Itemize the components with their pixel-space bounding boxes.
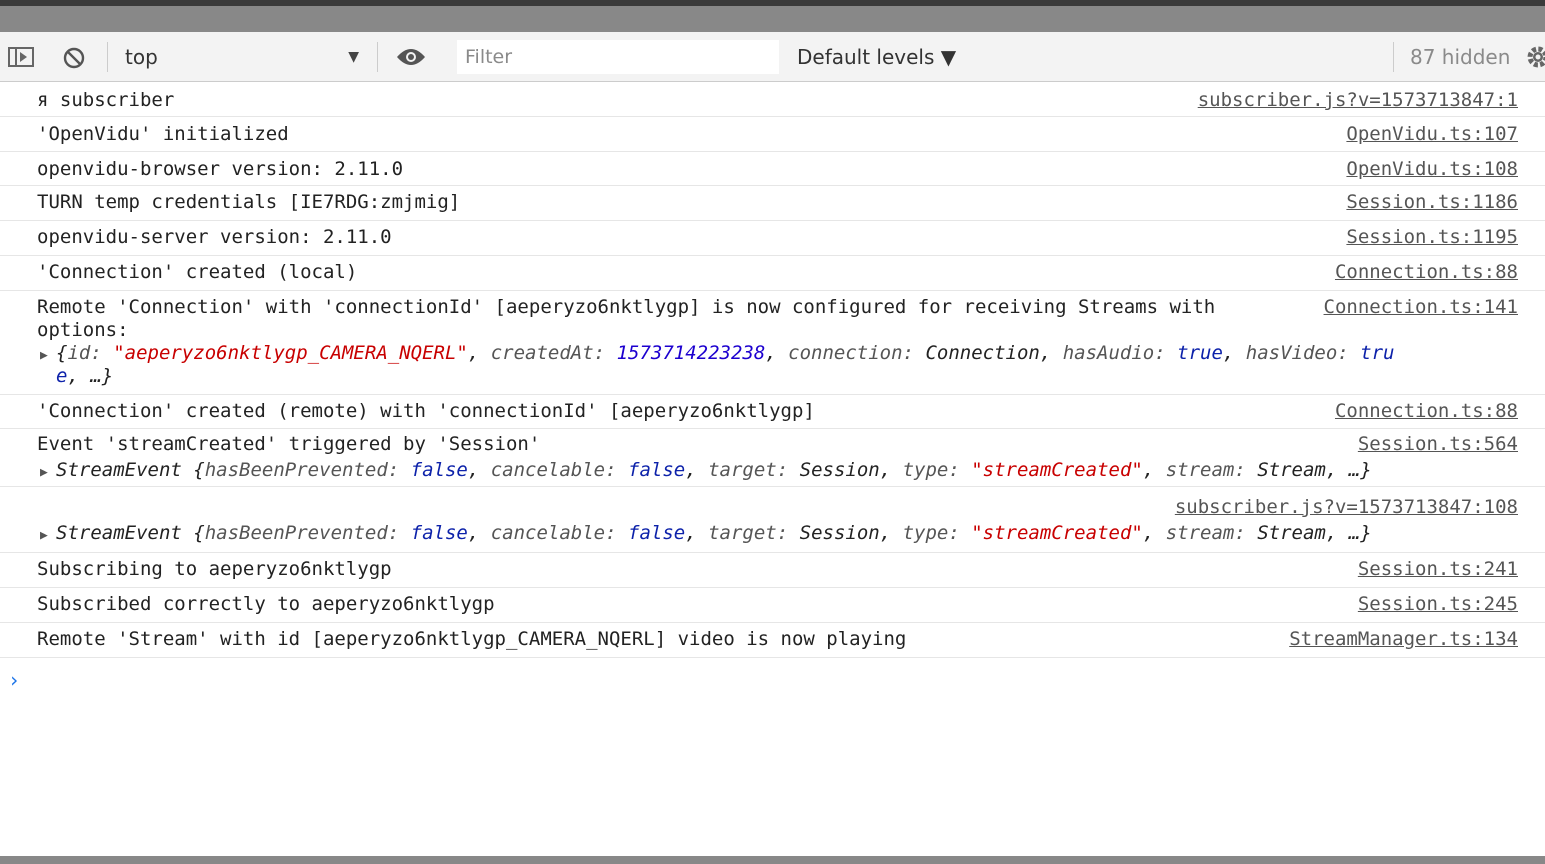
log-row: subscriber.js?v=1573713847:108 ▶ StreamEv… [0, 487, 1545, 553]
log-message: openvidu-server version: 2.11.0 [37, 226, 392, 248]
eye-icon[interactable] [396, 47, 426, 67]
log-message: я subscriber [37, 89, 175, 111]
clear-console-icon[interactable] [62, 46, 86, 70]
log-row: 'Connection' created (local) Connection.… [0, 256, 1545, 291]
window-top-edge [0, 0, 1545, 6]
log-source-link[interactable]: Connection.ts:88 [1335, 400, 1518, 423]
log-row: 'OpenVidu' initialized OpenVidu.ts:107 [0, 117, 1545, 152]
log-message: 'Connection' created (remote) with 'conn… [37, 400, 815, 422]
log-message-continued: options: [37, 319, 129, 341]
log-source-link[interactable]: Session.ts:1186 [1346, 191, 1518, 214]
log-message: Subscribed correctly to aeperyzo6nktlygp [37, 593, 495, 615]
log-row: Subscribing to aeperyzo6nktlygp Session.… [0, 553, 1545, 588]
console-messages: я subscriber subscriber.js?v=1573713847:… [0, 82, 1545, 856]
log-source-link[interactable]: subscriber.js?v=1573713847:108 [1175, 496, 1518, 519]
console-toolbar: top ▼ Default levels ▼ 87 hidden [0, 32, 1545, 82]
log-source-link[interactable]: subscriber.js?v=1573713847:1 [1198, 89, 1518, 112]
expand-triangle-icon[interactable]: ▶ [40, 524, 56, 547]
log-source-link[interactable]: OpenVidu.ts:108 [1346, 158, 1518, 181]
log-row: я subscriber subscriber.js?v=1573713847:… [0, 82, 1545, 117]
log-message: Event 'streamCreated' triggered by 'Sess… [37, 433, 541, 455]
context-select[interactable]: top ▼ [125, 44, 365, 70]
log-source-link[interactable]: Session.ts:241 [1358, 558, 1518, 581]
console-prompt[interactable]: › [8, 668, 20, 692]
log-message: Remote 'Connection' with 'connectionId' … [37, 296, 1216, 318]
object-preview[interactable]: ▶ {id: "aeperyzo6nktlygp_CAMERA_NQERL", c… [40, 342, 1395, 367]
log-row: Remote 'Stream' with id [aeperyzo6nktlyg… [0, 623, 1545, 658]
chevron-down-icon: ▼ [348, 49, 359, 65]
log-source-link[interactable]: OpenVidu.ts:107 [1346, 123, 1518, 146]
log-row: Remote 'Connection' with 'connectionId' … [0, 291, 1545, 395]
window-bottom-strip [0, 856, 1545, 864]
sidebar-toggle-icon[interactable] [8, 47, 34, 67]
log-source-link[interactable]: Connection.ts:88 [1335, 261, 1518, 284]
log-source-link[interactable]: Session.ts:245 [1358, 593, 1518, 616]
log-source-link[interactable]: Session.ts:1195 [1346, 226, 1518, 249]
log-message: 'OpenVidu' initialized [37, 123, 289, 145]
log-message: TURN temp credentials [IE7RDG:zmjmig] [37, 191, 461, 213]
object-preview[interactable]: ▶ StreamEvent {hasBeenPrevented: false, c… [40, 522, 1372, 547]
expand-triangle-icon[interactable]: ▶ [40, 461, 56, 484]
log-row: Subscribed correctly to aeperyzo6nktlygp… [0, 588, 1545, 623]
expand-triangle-icon[interactable]: ▶ [40, 344, 56, 367]
log-message: Subscribing to aeperyzo6nktlygp [37, 558, 392, 580]
gear-icon[interactable] [1526, 45, 1545, 69]
log-source-link[interactable]: Connection.ts:141 [1324, 296, 1518, 319]
log-row: openvidu-browser version: 2.11.0 OpenVid… [0, 152, 1545, 186]
log-message: 'Connection' created (local) [37, 261, 358, 283]
log-message: openvidu-browser version: 2.11.0 [37, 158, 404, 180]
log-row: Event 'streamCreated' triggered by 'Sess… [0, 429, 1545, 487]
log-source-link[interactable]: Session.ts:564 [1358, 433, 1518, 456]
log-message: Remote 'Stream' with id [aeperyzo6nktlyg… [37, 628, 907, 650]
log-row: TURN temp credentials [IE7RDG:zmjmig] Se… [0, 186, 1545, 221]
hidden-messages-count: 87 hidden [1410, 45, 1511, 69]
log-row: 'Connection' created (remote) with 'conn… [0, 395, 1545, 429]
toolbar-divider [107, 42, 108, 72]
object-preview-continued: e, …} [56, 365, 114, 387]
log-row: openvidu-server version: 2.11.0 Session.… [0, 221, 1545, 256]
log-levels-dropdown[interactable]: Default levels ▼ [797, 44, 956, 70]
context-select-value: top [125, 45, 158, 69]
window-top-strip [0, 0, 1545, 34]
toolbar-divider [377, 42, 378, 72]
log-source-link[interactable]: StreamManager.ts:134 [1289, 628, 1518, 651]
toolbar-divider [1393, 42, 1394, 72]
object-preview[interactable]: ▶ StreamEvent {hasBeenPrevented: false, c… [40, 459, 1372, 484]
filter-input[interactable] [457, 40, 779, 74]
